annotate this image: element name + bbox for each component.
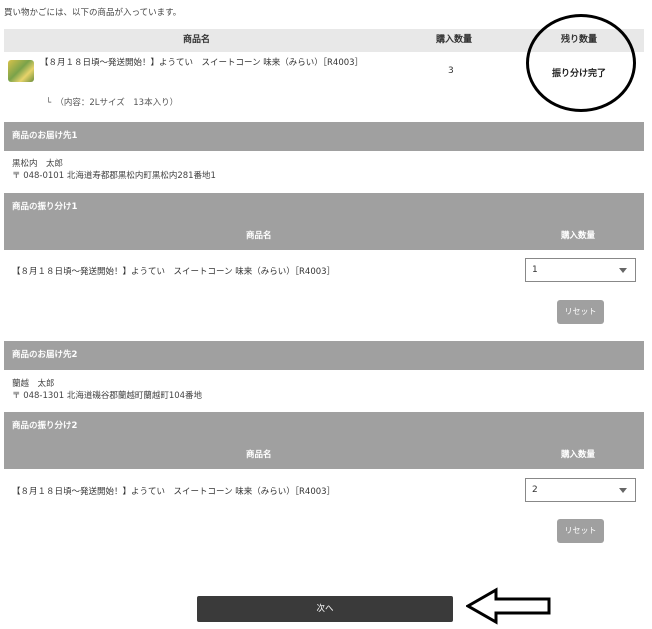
- allocation-quantity-select-2[interactable]: 2: [525, 478, 636, 502]
- allocation-col-product-2: 商品名: [246, 450, 272, 460]
- chevron-down-icon: [619, 268, 627, 273]
- allocation-quantity-value-1: 1: [532, 265, 538, 275]
- allocation-item-name-1: 【８月１８日頃～発送開始！】ようてい スイートコーン 味来（みらい）［R4003…: [12, 267, 336, 277]
- delivery-address-header-1: 商品のお届け先1: [4, 122, 644, 151]
- allocation-col-product-1: 商品名: [246, 231, 272, 241]
- delivery-address-2: 〒 048-1301 北海道磯谷郡蘭越町蘭越町104番地: [12, 391, 203, 401]
- cart-intro-text: 買い物かごには、以下の商品が入っています。: [4, 8, 182, 18]
- chevron-down-icon: [619, 488, 627, 493]
- cart-item-quantity: 3: [448, 66, 454, 76]
- allocation-col-quantity-2: 購入数量: [561, 450, 596, 460]
- delivery-address-block-1: 黒松内 太郎 〒 048-0101 北海道寿都郡黒松内町黒松内281番地1: [12, 158, 216, 182]
- left-arrow-annotation-icon: [466, 587, 551, 625]
- allocation-quantity-value-2: 2: [532, 485, 538, 495]
- allocation-table-header-1: 商品名 購入数量: [4, 222, 644, 250]
- reset-button-1[interactable]: リセット: [557, 300, 604, 324]
- allocation-quantity-select-1[interactable]: 1: [525, 258, 636, 282]
- next-button[interactable]: 次へ: [197, 596, 453, 622]
- allocation-header-2: 商品の振り分け2: [4, 412, 644, 441]
- delivery-address-1: 〒 048-0101 北海道寿都郡黒松内町黒松内281番地1: [12, 171, 216, 181]
- reset-button-2[interactable]: リセット: [557, 519, 604, 543]
- delivery-address-header-2: 商品のお届け先2: [4, 341, 644, 370]
- highlight-circle-annotation: [526, 14, 636, 112]
- recipient-name-2: 蘭越 太郎: [12, 379, 55, 389]
- delivery-address-block-2: 蘭越 太郎 〒 048-1301 北海道磯谷郡蘭越町蘭越町104番地: [12, 378, 202, 402]
- allocation-header-1: 商品の振り分け1: [4, 193, 644, 222]
- col-quantity-header: 購入数量: [435, 35, 472, 45]
- cart-item-detail: └ （内容：2Lサイズ 13本入り）: [46, 98, 179, 108]
- col-product-header: 商品名: [182, 35, 210, 45]
- allocation-item-name-2: 【８月１８日頃～発送開始！】ようてい スイートコーン 味来（みらい）［R4003…: [12, 487, 336, 497]
- allocation-col-quantity-1: 購入数量: [561, 231, 596, 241]
- corn-product-thumbnail: [8, 60, 34, 82]
- allocation-table-header-2: 商品名 購入数量: [4, 441, 644, 469]
- recipient-name-1: 黒松内 太郎: [12, 159, 64, 169]
- cart-item-name: 【８月１８日頃～発送開始！】ようてい スイートコーン 味来（みらい）［R4003…: [40, 58, 364, 68]
